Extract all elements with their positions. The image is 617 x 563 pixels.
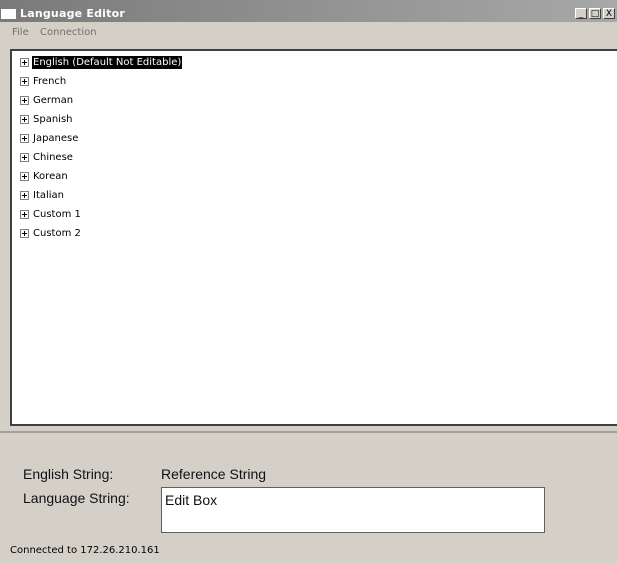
menu-bar: File Connection xyxy=(0,25,617,41)
expand-icon[interactable] xyxy=(20,134,29,143)
app-icon xyxy=(1,9,16,19)
close-button[interactable]: X xyxy=(603,8,615,19)
minimize-button[interactable]: _ xyxy=(575,8,587,19)
tree-item-label: Spanish xyxy=(33,114,73,125)
connection-status: Connected to 172.26.210.161 xyxy=(10,545,160,556)
maximize-button[interactable]: □ xyxy=(589,8,601,19)
expand-icon[interactable] xyxy=(20,229,29,238)
expand-icon[interactable] xyxy=(20,115,29,124)
language-tree[interactable]: English (Default Not Editable) French Ge… xyxy=(10,49,617,426)
tree-item-label: German xyxy=(33,95,74,106)
expand-icon[interactable] xyxy=(20,191,29,200)
tree-item-label: Custom 1 xyxy=(33,209,81,220)
expand-icon[interactable] xyxy=(20,58,29,67)
expand-icon[interactable] xyxy=(20,153,29,162)
tree-item-label: Korean xyxy=(33,171,68,182)
title-bar[interactable]: Language Editor _ □ X xyxy=(0,0,617,22)
tree-item-label: French xyxy=(33,76,67,87)
expand-icon[interactable] xyxy=(20,210,29,219)
english-string-label: English String: xyxy=(23,466,114,482)
expand-icon[interactable] xyxy=(20,172,29,181)
expand-icon[interactable] xyxy=(20,77,29,86)
tree-item-label: Italian xyxy=(33,190,65,201)
menu-file[interactable]: File xyxy=(12,27,29,38)
language-string-input[interactable]: Edit Box xyxy=(161,487,545,533)
tree-item-label: Custom 2 xyxy=(33,228,81,239)
tree-item-label: Japanese xyxy=(33,133,79,144)
expand-icon[interactable] xyxy=(20,96,29,105)
tree-item-label: Chinese xyxy=(33,152,73,163)
menu-connection[interactable]: Connection xyxy=(40,27,97,38)
tree-item-label: English (Default Not Editable) xyxy=(32,56,183,69)
language-editor-window: Language Editor _ □ X File Connection En… xyxy=(0,0,617,563)
language-string-label: Language String: xyxy=(23,490,130,506)
window-title: Language Editor xyxy=(20,7,125,20)
english-string-value: Reference String xyxy=(161,466,267,482)
